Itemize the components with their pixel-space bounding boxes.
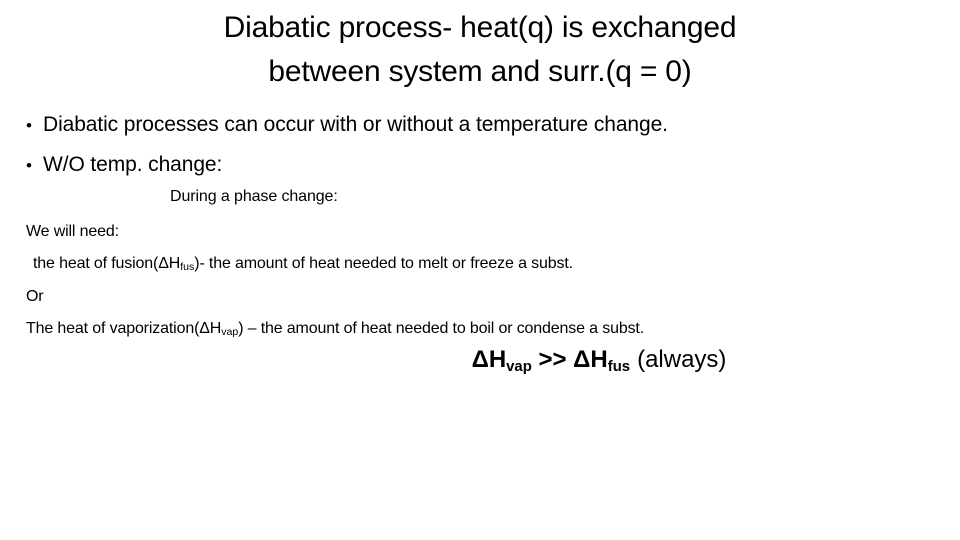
formula-term-vaporization: ΔHvap — [471, 346, 532, 375]
subscript-vap: vap — [221, 326, 239, 339]
body-line-heat-of-fusion: the heat of fusion(ΔHfus)- the amount of… — [26, 248, 946, 282]
formula-term-fusion: ΔHfus — [573, 346, 631, 375]
body-text-block: We will need: the heat of fusion(ΔHfus)-… — [26, 216, 946, 346]
body-line-or: Or — [26, 281, 946, 313]
body-line-text: Or — [26, 288, 44, 305]
subscript-fus: fus — [180, 261, 195, 274]
slide-canvas: Diabatic process- heat(q) is exchanged b… — [0, 0, 960, 540]
formula-qualifier: (always) — [637, 346, 727, 373]
body-line-text-post: )- the amount of heat needed to melt or … — [194, 254, 573, 272]
formula-row: ΔHvap >> ΔHfus (always) — [0, 344, 960, 379]
body-line-text-post: ) – the amount of heat needed to boil or… — [238, 319, 645, 337]
phase-change-heading: During a phase change: — [170, 188, 338, 205]
subscript-fus: fus — [607, 358, 631, 375]
slide-title: Diabatic process- heat(q) is exchanged b… — [0, 6, 960, 94]
bullet-item-label: W/O temp. change: — [43, 153, 223, 176]
enthalpy-comparison-formula: ΔHvap >> ΔHfus (always) — [472, 344, 727, 379]
bullet-list: • Diabatic processes can occur with or w… — [26, 105, 936, 185]
bullet-item-diabatic-processes: • Diabatic processes can occur with or w… — [26, 105, 936, 145]
formula-operator: >> — [531, 346, 574, 373]
body-line-we-will-need: We will need: — [26, 216, 946, 248]
body-line-heat-of-vaporization: The heat of vaporization(ΔHvap) – the am… — [26, 313, 946, 347]
bullet-point-icon: • — [26, 156, 32, 175]
title-line-2: between system and surr.(q = 0) — [268, 55, 692, 88]
bullet-point-icon: • — [26, 116, 32, 135]
body-line-text-pre: the heat of fusion(ΔH — [33, 254, 181, 272]
bullet-item-wo-temp-change: • W/O temp. change: — [26, 145, 936, 185]
body-line-text: We will need: — [26, 223, 119, 240]
formula-term-1-symbol: ΔH — [471, 346, 507, 373]
bullet-item-label: Diabatic processes can occur with or wit… — [43, 113, 668, 136]
body-line-text-pre: The heat of vaporization(ΔH — [26, 319, 222, 337]
formula-term-2-symbol: ΔH — [573, 346, 608, 373]
subscript-vap: vap — [506, 358, 532, 375]
title-line-1: Diabatic process- heat(q) is exchanged — [223, 11, 737, 44]
